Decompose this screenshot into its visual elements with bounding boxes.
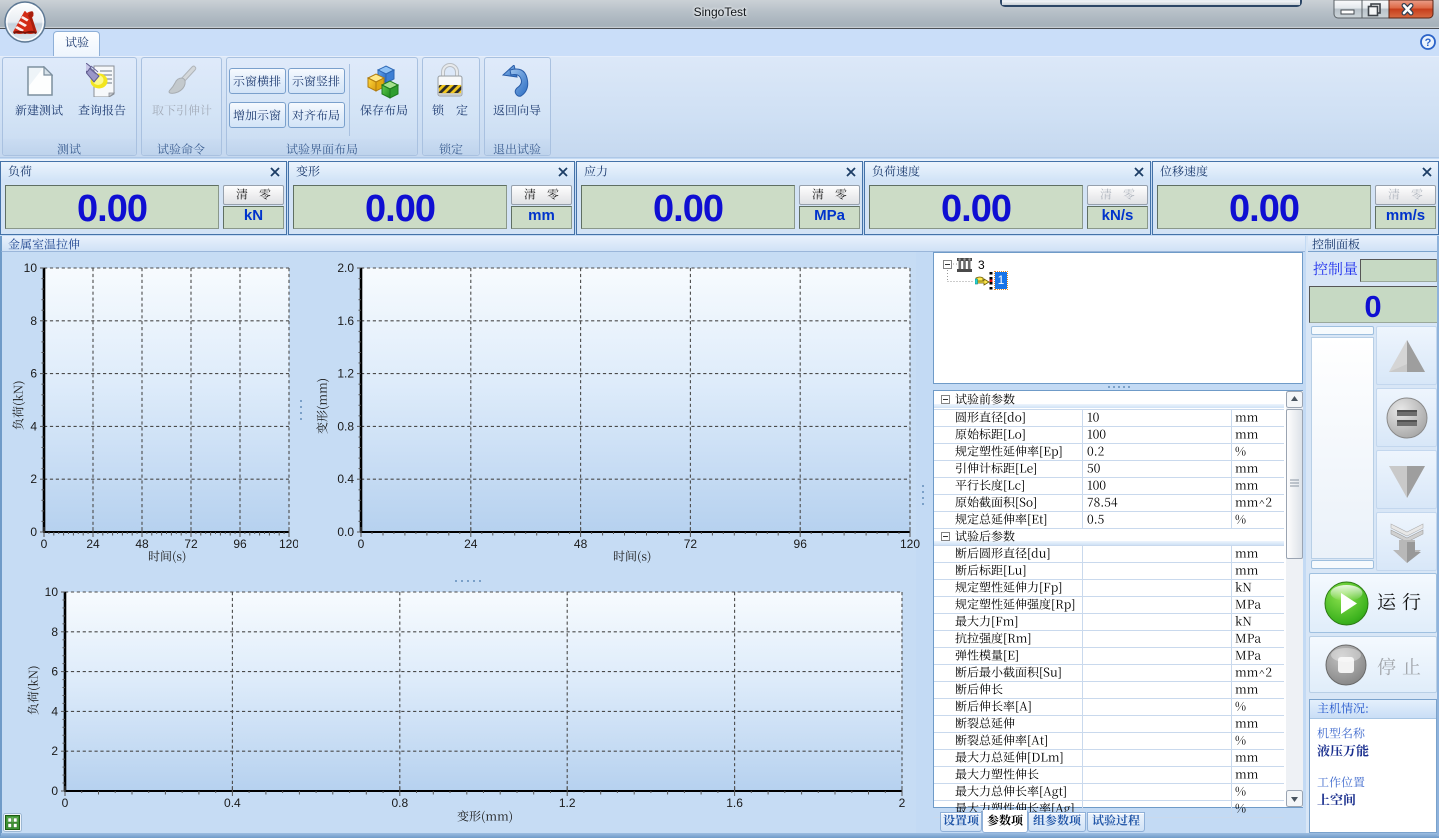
svg-text:0.4: 0.4 (337, 472, 354, 486)
svg-text:4: 4 (30, 419, 37, 433)
svg-text:2.0: 2.0 (337, 261, 354, 275)
svg-text:0.8: 0.8 (391, 796, 408, 810)
svg-text:120: 120 (279, 537, 298, 551)
svg-text:24: 24 (464, 537, 478, 551)
svg-text:1.6: 1.6 (726, 796, 743, 810)
svg-text:2: 2 (30, 472, 37, 486)
svg-text:4: 4 (51, 704, 58, 718)
svg-text:0: 0 (358, 537, 365, 551)
svg-text:8: 8 (30, 314, 37, 328)
svg-text:6: 6 (30, 367, 37, 381)
svg-text:120: 120 (900, 537, 920, 551)
svg-text:72: 72 (684, 537, 698, 551)
svg-text:2: 2 (51, 744, 58, 758)
svg-text:1.2: 1.2 (337, 367, 354, 381)
svg-text:10: 10 (45, 585, 59, 599)
svg-text:0.4: 0.4 (224, 796, 241, 810)
svg-text:0.0: 0.0 (337, 525, 354, 539)
svg-text:1.6: 1.6 (337, 314, 354, 328)
svg-text:72: 72 (184, 537, 198, 551)
svg-text:96: 96 (233, 537, 247, 551)
svg-text:1.2: 1.2 (559, 796, 576, 810)
svg-text:2: 2 (899, 796, 906, 810)
svg-text:10: 10 (24, 261, 38, 275)
svg-text:48: 48 (135, 537, 149, 551)
svg-text:0: 0 (41, 537, 48, 551)
svg-text:0: 0 (62, 796, 69, 810)
svg-text:24: 24 (86, 537, 100, 551)
svg-text:96: 96 (794, 537, 808, 551)
svg-text:8: 8 (51, 625, 58, 639)
svg-text:48: 48 (574, 537, 588, 551)
svg-text:6: 6 (51, 665, 58, 679)
svg-text:0: 0 (30, 525, 37, 539)
svg-text:?: ? (1425, 37, 1432, 49)
svg-text:0.8: 0.8 (337, 419, 354, 433)
svg-text:0: 0 (51, 784, 58, 798)
